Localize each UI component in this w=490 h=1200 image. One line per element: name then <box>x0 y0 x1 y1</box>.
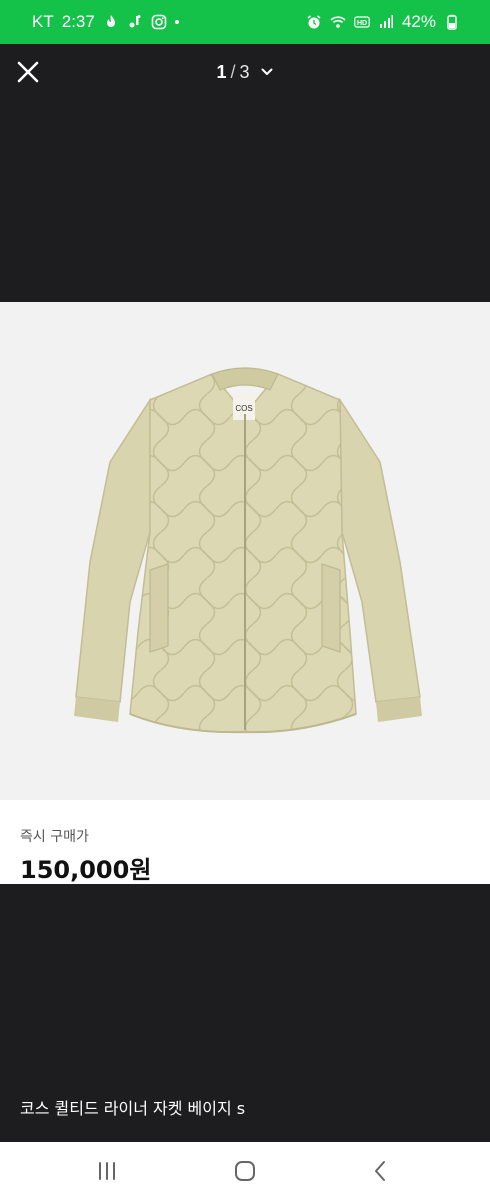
instagram-icon <box>151 14 167 30</box>
svg-text:HD: HD <box>357 20 367 27</box>
alarm-icon <box>306 14 322 30</box>
recent-apps-icon <box>99 1162 115 1180</box>
home-icon <box>235 1161 255 1181</box>
price-card: 즉시 구매가 150,000원 <box>0 800 490 884</box>
status-bar: KT 2:37 HD 42% <box>0 0 490 44</box>
recent-apps-button[interactable] <box>94 1158 120 1184</box>
hd-voice-icon: HD <box>354 14 370 30</box>
time-label: 2:37 <box>61 12 95 31</box>
price-value: 150,000원 <box>20 856 152 884</box>
page-indicator[interactable]: 1 / 3 <box>0 58 490 86</box>
total-pages: 3 <box>239 61 250 82</box>
carrier-label: KT <box>32 12 54 31</box>
back-icon <box>375 1161 385 1181</box>
status-right: HD 42% <box>306 0 460 44</box>
status-left: KT 2:37 <box>32 0 179 44</box>
wifi-icon <box>330 14 346 30</box>
notification-icon <box>127 14 143 30</box>
system-nav-bar <box>0 1142 490 1200</box>
quilted-jacket-image: COS <box>74 367 422 734</box>
product-title: 코스 퀼티드 라이너 자켓 베이지 s <box>20 1099 246 1118</box>
signal-icon <box>378 14 394 30</box>
more-notifications-dot <box>174 20 179 24</box>
page-separator: / <box>230 61 236 82</box>
image-viewer-header: 1 / 3 <box>0 44 490 102</box>
battery-label: 42% <box>401 12 436 31</box>
product-photo[interactable]: COS <box>0 302 490 800</box>
back-button[interactable] <box>368 1158 394 1184</box>
current-page: 1 <box>216 61 227 82</box>
home-button[interactable] <box>232 1158 258 1184</box>
instant-price-label: 즉시 구매가 <box>20 829 89 845</box>
fire-icon <box>103 14 119 30</box>
chevron-down-icon <box>261 68 273 75</box>
battery-charging-icon <box>444 14 460 30</box>
brand-tag-text: COS <box>235 404 252 413</box>
